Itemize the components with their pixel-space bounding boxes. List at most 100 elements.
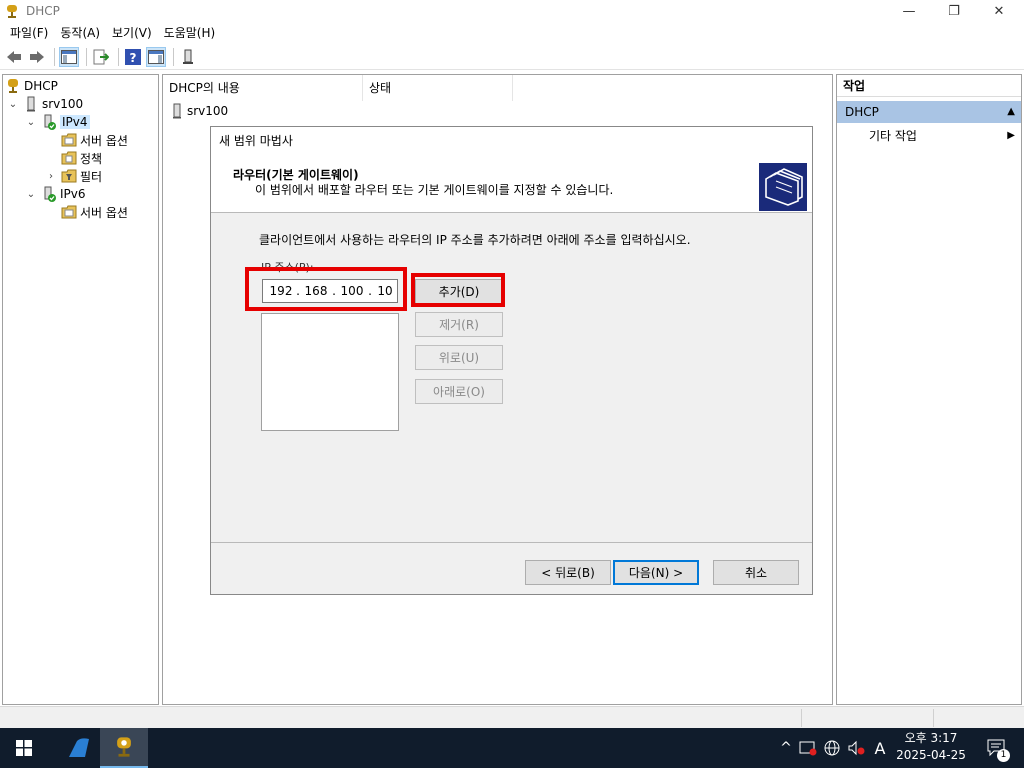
tree-item-ipv6-server-options[interactable]: 서버 옵션	[61, 203, 128, 221]
notification-center-icon[interactable]: 1	[984, 738, 1010, 762]
close-icon: ✕	[993, 3, 1005, 19]
ip-address-label: IP 주소(P):	[261, 261, 314, 274]
wizard-separator	[211, 542, 812, 543]
server-icon	[173, 103, 181, 119]
back-button[interactable]: < 뒤로(B)	[525, 560, 611, 585]
tree-label: 서버 옵션	[80, 133, 128, 148]
tree-label: srv100	[42, 97, 84, 111]
action-pane: 작업 DHCP ▲ 기타 작업 ▶	[836, 74, 1022, 705]
ip-octet-1[interactable]: 192	[269, 284, 293, 298]
cancel-button[interactable]: 취소	[713, 560, 799, 585]
server-manager-icon	[69, 738, 89, 757]
tree-item-ipv4[interactable]: ⌄ IPv4	[25, 113, 90, 131]
status-bar	[0, 706, 1024, 728]
taskbar-server-manager[interactable]	[56, 728, 104, 768]
ip-dot: .	[368, 284, 372, 298]
router-list[interactable]	[261, 313, 399, 431]
show-console-tree-button[interactable]	[59, 46, 79, 67]
more-actions-item[interactable]: 기타 작업 ▶	[869, 127, 1019, 145]
tray-volume-muted-icon[interactable]	[846, 738, 866, 758]
tree-item-filters[interactable]: › 필터	[45, 167, 102, 185]
toolbar-separator	[118, 47, 119, 66]
menu-action[interactable]: 동작(A)	[54, 23, 106, 43]
more-actions-label: 기타 작업	[869, 129, 917, 143]
ipv6-icon	[44, 186, 56, 202]
down-button[interactable]: 아래로(O)	[415, 379, 503, 404]
help-button[interactable]: ?	[123, 47, 143, 67]
tree-item-ipv6[interactable]: ⌄ IPv6	[25, 185, 86, 203]
minimize-icon: —	[902, 3, 916, 19]
menu-view[interactable]: 보기(V)	[106, 23, 158, 43]
ip-octet-3[interactable]: 100	[339, 284, 365, 298]
ip-octet-4[interactable]: 10	[375, 284, 395, 298]
ip-dot: .	[296, 284, 300, 298]
back-arrow-button[interactable]	[4, 47, 24, 67]
show-action-pane-button[interactable]	[146, 46, 166, 67]
console-tree: DHCP ⌄ srv100 ⌄ IPv4 서버 옵션 정책 › 필터 ⌄ IPv…	[2, 74, 159, 705]
tray-security-icon[interactable]	[798, 738, 818, 758]
tray-overflow-chevron-icon[interactable]: ^	[776, 738, 796, 758]
server-options-icon	[61, 205, 77, 219]
menu-bar: 파일(F) 동작(A) 보기(V) 도움말(H)	[0, 22, 1024, 44]
up-button[interactable]: 위로(U)	[415, 345, 503, 370]
dhcp-icon	[8, 79, 18, 93]
tree-item-ipv4-server-options[interactable]: 서버 옵션	[61, 131, 128, 149]
tray-network-globe-icon[interactable]	[822, 738, 842, 758]
dhcp-app-icon	[7, 5, 17, 18]
restore-icon: ❐	[948, 3, 960, 19]
toolbar-separator	[54, 47, 55, 66]
wizard-title: 새 범위 마법사	[211, 127, 812, 155]
taskbar: ^ A 오후 3:17 2025-04-25 1	[0, 728, 1024, 768]
wizard-description: 클라이언트에서 사용하는 라우터의 IP 주소를 추가하려면 아래에 주소를 입…	[259, 233, 691, 247]
toolbar-separator	[86, 47, 87, 66]
minimize-button[interactable]: —	[886, 0, 932, 22]
windows-logo-icon	[16, 740, 32, 756]
forward-arrow-button[interactable]	[27, 47, 47, 67]
chevron-right-icon[interactable]: ›	[45, 171, 57, 182]
ime-indicator[interactable]: A	[870, 738, 890, 758]
taskbar-clock[interactable]: 오후 3:17 2025-04-25	[890, 730, 972, 766]
chevron-down-icon[interactable]: ⌄	[25, 189, 37, 200]
chevron-down-icon[interactable]: ⌄	[25, 117, 37, 128]
svg-text:?: ?	[130, 51, 137, 65]
ip-octet-2[interactable]: 168	[303, 284, 329, 298]
close-button[interactable]: ✕	[976, 0, 1022, 22]
list-item-srv100[interactable]: srv100	[171, 103, 228, 119]
ip-address-input[interactable]: 192 . 168 . 100 . 10	[262, 279, 398, 303]
menu-help[interactable]: 도움말(H)	[158, 23, 222, 43]
start-button[interactable]	[0, 728, 48, 768]
actions-section-dhcp[interactable]: DHCP ▲	[837, 101, 1021, 123]
status-cell	[802, 709, 934, 727]
policies-icon	[61, 151, 77, 165]
tree-item-srv100[interactable]: ⌄ srv100	[7, 95, 83, 113]
clock-time: 오후 3:17	[904, 731, 958, 745]
column-header-contents[interactable]: DHCP의 내용	[163, 75, 363, 101]
clock-date: 2025-04-25	[896, 748, 966, 762]
tree-label: 서버 옵션	[80, 205, 128, 220]
new-scope-wizard: 새 범위 마법사 라우터(기본 게이트웨이) 이 범위에서 배포할 라우터 또는…	[210, 126, 813, 595]
dhcp-app-icon	[117, 737, 131, 757]
tree-label: IPv4	[60, 115, 90, 129]
export-list-button[interactable]	[91, 47, 111, 67]
collapse-up-icon[interactable]: ▲	[1007, 101, 1015, 123]
tree-label: IPv6	[60, 187, 86, 201]
notification-count-badge: 1	[997, 749, 1010, 762]
taskbar-dhcp[interactable]	[100, 728, 148, 768]
title-bar: DHCP	[0, 0, 1024, 22]
tree-item-dhcp[interactable]: DHCP	[5, 77, 58, 95]
server-properties-button[interactable]	[178, 47, 198, 67]
tree-label: 필터	[80, 169, 103, 184]
restore-button[interactable]: ❐	[931, 0, 977, 22]
remove-button[interactable]: 제거(R)	[415, 312, 503, 337]
menu-file[interactable]: 파일(F)	[4, 23, 54, 43]
tree-label: 정책	[80, 151, 103, 166]
ip-dot: .	[332, 284, 336, 298]
filters-icon	[61, 169, 77, 183]
help-icon: ?	[125, 48, 141, 65]
next-button[interactable]: 다음(N) >	[613, 560, 699, 585]
tree-label: DHCP	[24, 79, 58, 93]
tree-item-policies[interactable]: 정책	[61, 149, 102, 167]
add-button[interactable]: 추가(D)	[415, 279, 503, 304]
chevron-down-icon[interactable]: ⌄	[7, 99, 19, 110]
column-header-status[interactable]: 상태	[363, 75, 513, 101]
